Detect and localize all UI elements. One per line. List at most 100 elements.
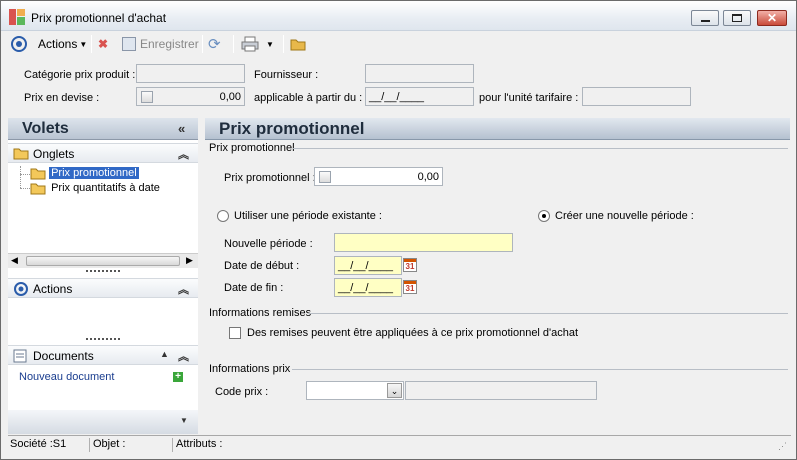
app-icon [9,9,25,25]
minimize-button[interactable] [691,10,719,26]
categorie-label: Catégorie prix produit : [24,69,136,81]
scrollbar-thumb[interactable] [26,256,180,266]
onglets-title: Onglets [33,147,75,161]
date-debut-field[interactable]: __/__/____ [334,256,402,275]
scroll-right-icon[interactable]: ▶ [186,255,193,266]
applicable-label: applicable à partir du : [254,92,363,104]
tab-label-selected: Prix promotionnel [49,167,139,180]
actions-icon[interactable] [11,35,27,53]
page-title: Prix promotionnel [219,119,365,138]
onglets-header[interactable]: Onglets ︽ [8,143,198,163]
window-title: Prix promotionnel d'achat [31,11,167,25]
folder-icon [13,148,29,160]
document-icon [13,349,27,363]
documents-header[interactable]: Documents ▲ ︽ [8,345,198,365]
chevron-down-icon: ▼ [79,39,88,49]
group-prix-label: Prix promotionnel [209,142,295,154]
date-debut-value: __/__/____ [338,260,394,272]
collapse-panel-icon[interactable]: « [178,121,185,136]
status-attributs: Attributs : [176,438,223,450]
radio-new-period[interactable] [538,210,550,222]
status-bar: Société :S1 Objet : Attributs : ⋰ [8,435,791,453]
save-button[interactable]: Enregistrer [122,35,199,53]
chevron-down-icon[interactable]: ▼ [180,416,188,425]
code-prix-label: Code prix : [215,386,269,398]
actions-menu-label: Actions [38,37,78,51]
prix-devise-label: Prix en devise : [24,92,100,104]
actions-panel-header[interactable]: Actions ︽ [8,278,198,298]
horizontal-scrollbar[interactable]: ◀ ▶ [8,253,198,268]
tab-prix-promotionnel[interactable]: Prix promotionnel [30,167,139,180]
prix-devise-field[interactable]: 0,00 [136,87,245,106]
unite-field[interactable] [582,87,691,106]
volets-header: Volets « [8,118,198,140]
new-document-link[interactable]: Nouveau document [19,371,114,383]
folder-icon [30,183,46,195]
splitter-grip[interactable] [86,338,120,340]
documents-title: Documents [33,349,94,363]
applicable-date-value: __/__/____ [369,91,425,103]
actions-icon [14,282,28,296]
toolbar: Actions ▼ ✖ Enregistrer ⟳ ▼ [1,32,796,56]
categorie-field[interactable] [136,64,245,83]
chevron-up-icon[interactable]: ▲ [160,349,169,359]
refresh-icon[interactable]: ⟳ [208,35,221,53]
maximize-button[interactable] [723,10,751,26]
application-window: Prix promotionnel d'achat ✕ Actions ▼ ✖ … [0,0,797,460]
nouvelle-periode-field[interactable] [334,233,513,252]
date-fin-value: __/__/____ [338,282,394,294]
fournisseur-field[interactable] [365,64,474,83]
unite-label: pour l'unité tarifaire : [479,92,579,104]
group-prix-info-label: Informations prix [209,363,291,375]
save-icon [122,37,136,51]
tab-prix-quantitatifs[interactable]: Prix quantitatifs à date [30,182,162,195]
close-button[interactable]: ✕ [757,10,787,26]
folder-icon[interactable] [290,35,306,53]
open-folder-icon [30,168,46,180]
radio-existing-period[interactable] [217,210,229,222]
panel-footer: ▼ [8,410,198,434]
chevron-up-double-icon[interactable]: ︽ [178,281,189,297]
scroll-left-icon[interactable]: ◀ [11,255,18,266]
group-remises-label: Informations remises [209,307,312,319]
status-societe: Société :S1 [10,438,90,452]
prix-devise-value: 0,00 [219,91,241,103]
date-fin-field[interactable]: __/__/____ [334,278,402,297]
main-header: Prix promotionnel [205,118,790,140]
currency-button[interactable] [141,91,153,103]
fournisseur-label: Fournisseur : [254,69,319,81]
date-fin-label: Date de fin : [224,282,284,294]
chevron-down-double-icon[interactable]: ⌄ [387,383,402,398]
add-icon[interactable]: + [173,372,183,382]
actions-panel-title: Actions [33,282,73,296]
delete-icon[interactable]: ✖ [98,35,108,53]
resize-grip-icon[interactable]: ⋰ [778,441,787,452]
status-objet: Objet : [93,438,173,452]
actions-menu-button[interactable]: Actions ▼ [38,35,87,53]
chevron-up-double-icon[interactable]: ︽ [178,348,189,364]
prix-promotionnel-field[interactable]: 0,00 [314,167,443,186]
chevron-up-double-icon[interactable]: ︽ [178,146,189,162]
print-dropdown-icon[interactable]: ▼ [266,35,274,53]
calendar-icon[interactable]: 31 [403,280,417,294]
splitter-grip[interactable] [86,270,120,272]
radio-existing-label: Utiliser une période existante : [234,210,382,222]
save-label: Enregistrer [140,37,199,51]
volets-panel: Volets « Onglets ︽ Prix promotionnel Pri… [8,118,198,434]
applicable-date-field[interactable]: __/__/____ [365,87,474,106]
remises-checkbox[interactable] [229,327,241,339]
print-icon[interactable] [241,35,259,53]
title-bar: Prix promotionnel d'achat ✕ [1,1,796,31]
remises-checkbox-label: Des remises peuvent être appliquées à ce… [247,327,579,339]
currency-button[interactable] [319,171,331,183]
prix-promotionnel-label: Prix promotionnel : [224,172,316,184]
nouvelle-periode-label: Nouvelle période : [224,238,313,250]
date-debut-label: Date de début : [224,260,300,272]
code-prix-select[interactable]: ⌄ [306,381,404,400]
volets-title: Volets [22,120,69,137]
radio-new-label: Créer une nouvelle période : [555,210,694,222]
code-prix-description-field [405,381,597,400]
calendar-icon[interactable]: 31 [403,258,417,272]
tab-label: Prix quantitatifs à date [51,182,160,195]
prix-promotionnel-value: 0,00 [417,171,439,183]
